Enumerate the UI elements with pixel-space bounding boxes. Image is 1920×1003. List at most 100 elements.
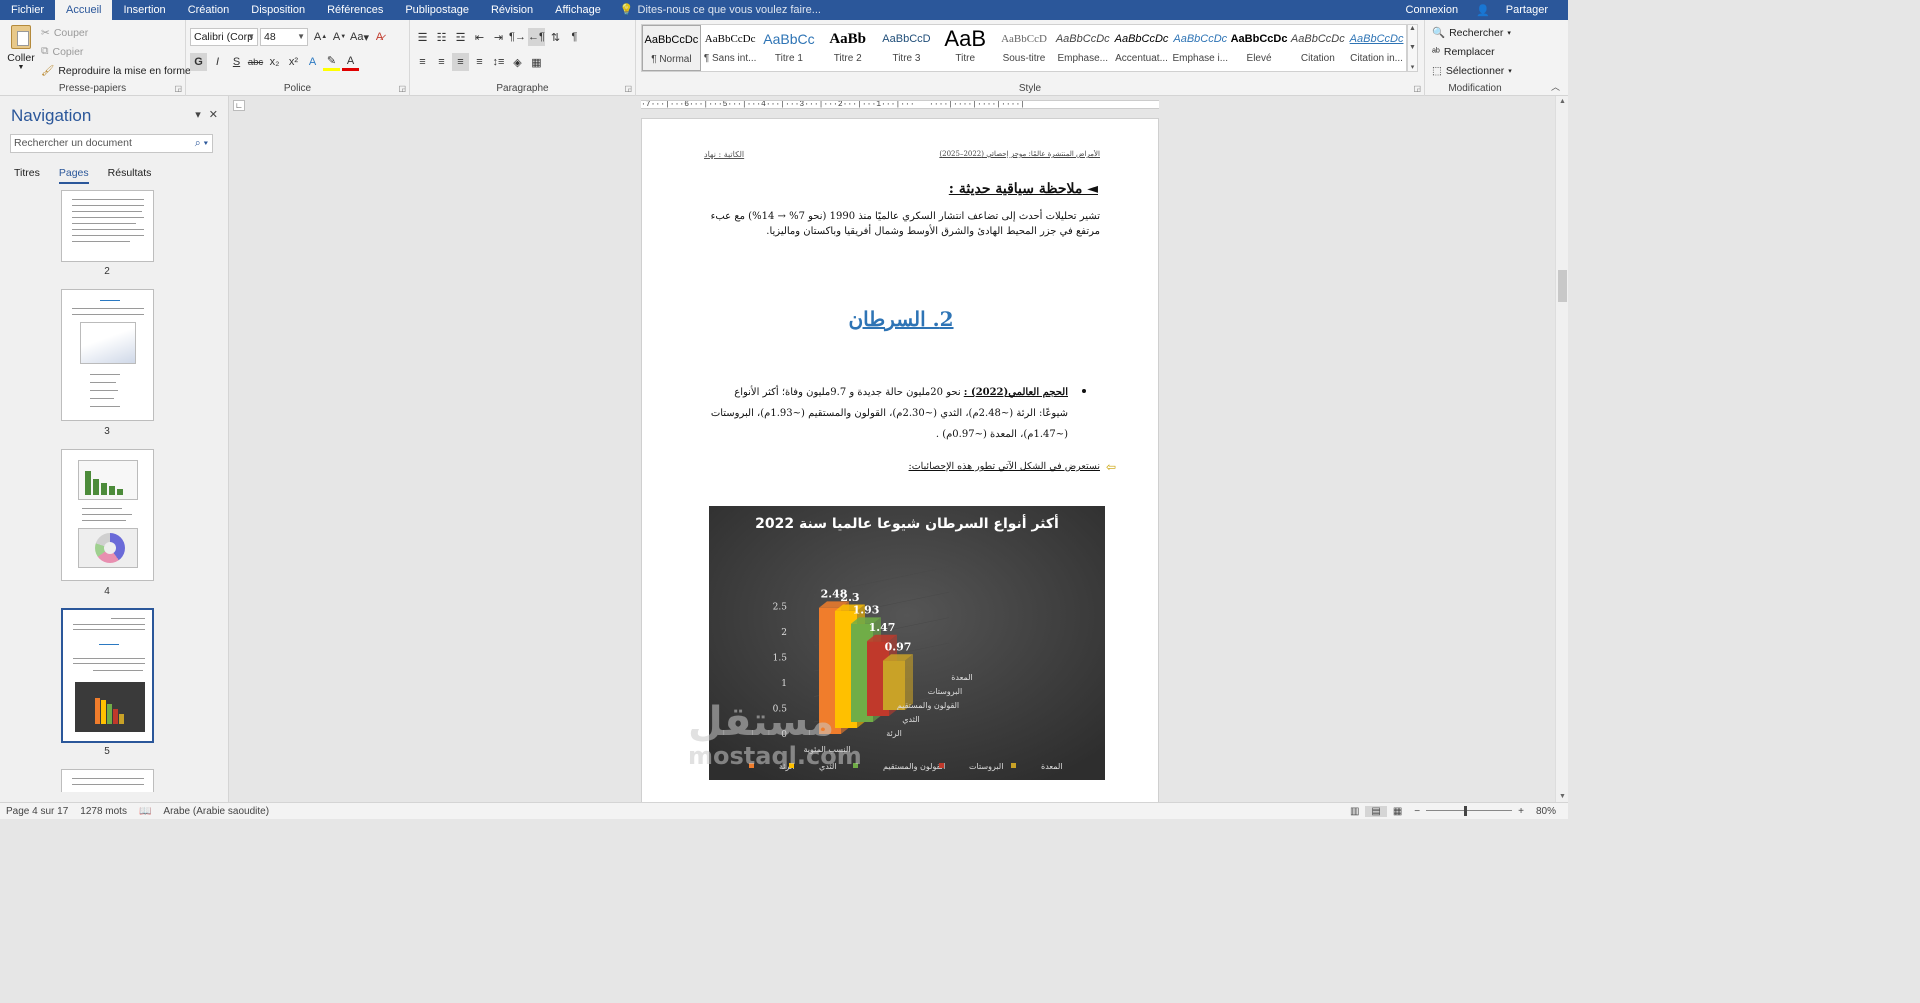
nav-tab-titres[interactable]: Titres (14, 167, 40, 184)
style-item[interactable]: AaBbCcD Sous-titre (995, 25, 1054, 71)
tab-revision[interactable]: Révision (480, 0, 544, 20)
style-item[interactable]: AaBbCcDc ¶ Sans int... (701, 25, 760, 71)
ltr-icon[interactable]: ¶→ (509, 28, 526, 46)
italic-button[interactable]: I (209, 53, 226, 71)
rtl-icon[interactable]: ←¶ (528, 28, 545, 46)
search-icon[interactable]: ⌕ ▾ (195, 135, 208, 152)
style-item[interactable]: AaBbCcDc Emphase... (1053, 25, 1112, 71)
print-layout-icon[interactable]: ▤ (1365, 805, 1387, 817)
tab-creation[interactable]: Création (177, 0, 241, 20)
bold-button[interactable]: G (190, 53, 207, 71)
text-effects-icon[interactable]: A (304, 53, 321, 71)
style-item[interactable]: AaBbCcDc Accentuat... (1112, 25, 1171, 71)
shading-icon[interactable]: ◈ (509, 53, 526, 71)
tab-accueil[interactable]: Accueil (55, 0, 113, 20)
style-item[interactable]: AaBbCcDc Citation in... (1347, 25, 1406, 71)
sort-icon[interactable]: ⇅ (547, 28, 564, 46)
page-thumbnail[interactable] (61, 289, 154, 421)
nav-tab-resultats[interactable]: Résultats (108, 167, 152, 184)
zoom-slider[interactable] (1426, 806, 1513, 816)
cancer-chart[interactable]: أكثر أنواع السرطان شيوعا عالميا سنة 2022… (709, 506, 1105, 780)
align-right-icon[interactable]: ≡ (452, 53, 469, 71)
bullets-icon[interactable]: ☰ (414, 28, 431, 46)
chevron-down-icon[interactable]: ▾ (195, 108, 201, 121)
tell-me-box[interactable]: 💡 Dites-nous ce que vous voulez faire... (620, 4, 821, 16)
dialog-launcher-icon[interactable]: ◲ (398, 84, 406, 93)
font-size-combo[interactable]: 48 ▼ (260, 28, 308, 46)
tab-insertion[interactable]: Insertion (112, 0, 176, 20)
align-left-icon[interactable]: ≡ (414, 53, 431, 71)
clear-format-icon[interactable]: A̷ (371, 28, 388, 46)
style-item[interactable]: AaBbCcD Titre 3 (877, 25, 936, 71)
line-spacing-icon[interactable]: ↕≡ (490, 53, 507, 71)
highlight-icon[interactable]: ✎ (323, 53, 340, 71)
tab-disposition[interactable]: Disposition (240, 0, 316, 20)
superscript-button[interactable]: x² (285, 53, 302, 71)
page-thumbnail[interactable] (61, 449, 154, 581)
zoom-level[interactable]: 80% (1530, 806, 1562, 817)
tab-publipostage[interactable]: Publipostage (394, 0, 480, 20)
tab-affichage[interactable]: Affichage (544, 0, 612, 20)
read-mode-icon[interactable]: ▥ (1344, 806, 1365, 817)
justify-icon[interactable]: ≡ (471, 53, 488, 71)
increase-indent-icon[interactable]: ⇥ (490, 28, 507, 46)
scrollbar-thumb[interactable] (1558, 270, 1567, 302)
navigation-search-input[interactable]: Rechercher un document ⌕ ▾ (10, 134, 213, 153)
zoom-out-icon[interactable]: − (1408, 806, 1426, 817)
chevron-up-icon[interactable]: ▲ (1409, 25, 1416, 32)
proofing-icon[interactable]: 📖 (133, 806, 157, 817)
style-item[interactable]: AaB Titre (936, 25, 995, 71)
format-painter-button[interactable]: 🖌 Reproduire la mise en forme (41, 61, 191, 80)
find-button[interactable]: 🔍 Rechercher ▾ (1432, 23, 1512, 42)
decrease-indent-icon[interactable]: ⇤ (471, 28, 488, 46)
borders-icon[interactable]: ▦ (528, 53, 545, 71)
dialog-launcher-icon[interactable]: ◲ (1413, 84, 1421, 93)
chevron-down-icon[interactable]: ▼ (1409, 44, 1416, 51)
align-center-icon[interactable]: ≡ (433, 53, 450, 71)
horizontal-ruler[interactable]: ·7···|···6···|···5···|···4···|···3···|··… (641, 100, 1159, 109)
dialog-launcher-icon[interactable]: ◲ (174, 84, 182, 93)
copy-button[interactable]: ⧉ Copier (41, 42, 191, 61)
web-layout-icon[interactable]: ▦ (1387, 806, 1408, 817)
shrink-font-icon[interactable]: A ▼ (331, 28, 348, 46)
page-thumbnails[interactable]: 2 3 4 5 (0, 190, 228, 792)
chevron-up-icon[interactable]: ▲ (1559, 98, 1566, 105)
strikethrough-button[interactable]: abc (247, 53, 264, 71)
collapse-ribbon-icon[interactable]: ︿ (1551, 80, 1560, 93)
font-name-combo[interactable]: Calibri (Corp ▼ (190, 28, 258, 46)
numbering-icon[interactable]: ☷ (433, 28, 450, 46)
more-icon[interactable]: ▾ (1411, 63, 1415, 71)
zoom-in-icon[interactable]: + (1512, 806, 1530, 817)
show-marks-icon[interactable]: ¶ (566, 28, 583, 46)
grow-font-icon[interactable]: A ▲ (312, 28, 329, 46)
dialog-launcher-icon[interactable]: ◲ (624, 84, 632, 93)
style-item[interactable]: AaBbCc Titre 1 (760, 25, 819, 71)
page-thumbnail[interactable] (61, 769, 154, 792)
style-item[interactable]: AaBbCcDc Emphase i... (1171, 25, 1230, 71)
subscript-button[interactable]: x₂ (266, 53, 283, 71)
font-color-icon[interactable]: A (342, 53, 359, 71)
style-item[interactable]: AaBbCcDc Citation (1288, 25, 1347, 71)
zoom-slider-thumb[interactable] (1464, 806, 1468, 816)
multilevel-list-icon[interactable]: ☲ (452, 28, 469, 46)
tab-references[interactable]: Références (316, 0, 394, 20)
style-item[interactable]: AaBbCcDc ¶ Normal (642, 25, 701, 71)
page-thumbnail-selected[interactable] (61, 608, 154, 743)
paste-button[interactable]: Coller ▼ (6, 25, 36, 71)
tab-fichier[interactable]: Fichier (0, 0, 55, 20)
nav-tab-pages[interactable]: Pages (58, 167, 89, 184)
styles-scroll[interactable]: ▲ ▼ ▾ (1407, 24, 1418, 72)
language-indicator[interactable]: Arabe (Arabie saoudite) (157, 806, 275, 817)
tab-selector-icon[interactable]: ∟ (233, 100, 245, 111)
vertical-scrollbar[interactable]: ▲ ▼ (1555, 96, 1568, 802)
word-count[interactable]: 1278 mots (74, 806, 133, 817)
share-button[interactable]: 👤 Partager (1464, 4, 1560, 17)
page-thumbnail[interactable] (61, 190, 154, 262)
chevron-down-icon[interactable]: ▼ (1559, 793, 1566, 800)
replace-button[interactable]: ᵃᵇ Remplacer (1432, 42, 1512, 61)
page-count[interactable]: Page 4 sur 17 (0, 806, 74, 817)
change-case-button[interactable]: Aa ▾ (350, 28, 369, 46)
cut-button[interactable]: ✂ Couper (41, 23, 191, 42)
underline-button[interactable]: S (228, 53, 245, 71)
signin-link[interactable]: Connexion (1400, 4, 1465, 16)
